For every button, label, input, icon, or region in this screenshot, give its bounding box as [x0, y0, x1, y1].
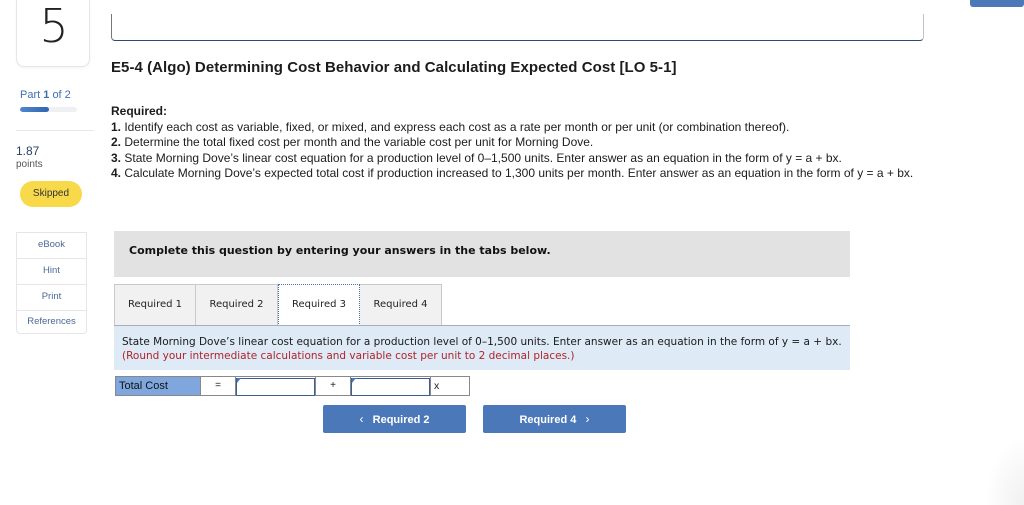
problem-title: E5-4 (Algo) Determining Cost Behavior an… — [111, 59, 677, 76]
tool-print-link[interactable]: Print — [17, 285, 86, 311]
tab-instruction-text: State Morning Dove’s linear cost equatio… — [122, 336, 842, 348]
requirement-text: Calculate Morning Dove’s expected total … — [121, 166, 914, 180]
requirement-item: 1. Identify each cost as variable, fixed… — [111, 120, 921, 136]
tab-instructions: State Morning Dove’s linear cost equatio… — [122, 335, 842, 363]
tools-menu: eBook Hint Print References — [16, 232, 87, 334]
tool-references-link[interactable]: References — [17, 311, 86, 333]
sidebar-divider — [16, 130, 94, 131]
requirement-item: 2. Determine the total fixed cost per mo… — [111, 135, 921, 151]
question-header-box — [111, 14, 924, 41]
requirement-item: 4. Calculate Morning Dove’s expected tot… — [111, 166, 921, 182]
requirement-number: 3. — [111, 150, 122, 165]
instruction-text: Complete this question by entering your … — [129, 244, 551, 257]
part-progress-fill — [20, 107, 49, 112]
tab-panel: State Morning Dove’s linear cost equatio… — [114, 325, 850, 370]
fixed-cost-input[interactable] — [236, 378, 315, 396]
next-required-button[interactable]: Required 4 › — [483, 405, 626, 433]
variable-rate-field-wrap — [351, 377, 431, 396]
chevron-right-icon: › — [585, 412, 590, 426]
status-badge: Skipped — [20, 181, 82, 207]
required-section: Required: 1. Identify each cost as varia… — [111, 104, 921, 182]
fixed-cost-field-wrap — [236, 377, 316, 396]
question-number-card: 5 — [16, 0, 90, 67]
variable-rate-input[interactable] — [351, 378, 430, 396]
part-suffix: of 2 — [52, 89, 71, 101]
requirement-number: 2. — [111, 135, 122, 149]
question-number: 5 — [39, 0, 69, 53]
x-symbol: x — [431, 377, 469, 395]
part-indicator: Part 1 of 2 — [20, 89, 71, 101]
tab-required-4[interactable]: Required 4 — [360, 284, 442, 325]
required-heading: Required: — [111, 104, 168, 118]
requirement-text: Identify each cost as variable, fixed, o… — [121, 119, 790, 134]
requirement-text: State Morning Dove’s linear cost equatio… — [121, 150, 842, 165]
requirement-text: Determine the total fixed cost per month… — [121, 135, 594, 149]
requirement-number: 4. — [111, 166, 122, 180]
requirement-item: 3. State Morning Dove’s linear cost equa… — [111, 151, 921, 167]
tool-ebook-link[interactable]: eBook — [17, 233, 86, 259]
part-progress-bar — [20, 107, 77, 112]
part-current: 1 — [43, 89, 50, 101]
prev-button-label: Required 2 — [372, 414, 430, 426]
rounding-hint: (Round your intermediate calculations an… — [122, 350, 575, 362]
points-value: 1.87 — [16, 144, 40, 158]
tab-required-2[interactable]: Required 2 — [196, 284, 278, 325]
instruction-banner: Complete this question by entering your … — [114, 231, 850, 277]
chevron-left-icon: ‹ — [359, 412, 364, 426]
part-prefix: Part — [20, 89, 41, 101]
requirement-tabs: Required 1 Required 2 Required 3 Require… — [114, 284, 442, 326]
plus-sign: + — [316, 377, 351, 395]
prev-required-button[interactable]: ‹ Required 2 — [323, 405, 466, 433]
points-label: points — [16, 159, 43, 170]
tab-required-1[interactable]: Required 1 — [114, 284, 196, 325]
requirement-number: 1. — [111, 119, 122, 134]
equals-sign: = — [201, 377, 236, 395]
next-button-label: Required 4 — [519, 414, 577, 426]
cost-equation-row: Total Cost = + x — [115, 376, 470, 396]
corner-shadow — [984, 435, 1024, 505]
total-cost-label: Total Cost — [116, 377, 201, 395]
tool-hint-link[interactable]: Hint — [17, 259, 86, 285]
tab-required-3[interactable]: Required 3 — [278, 284, 360, 326]
top-right-menu-bar[interactable] — [970, 0, 1024, 7]
